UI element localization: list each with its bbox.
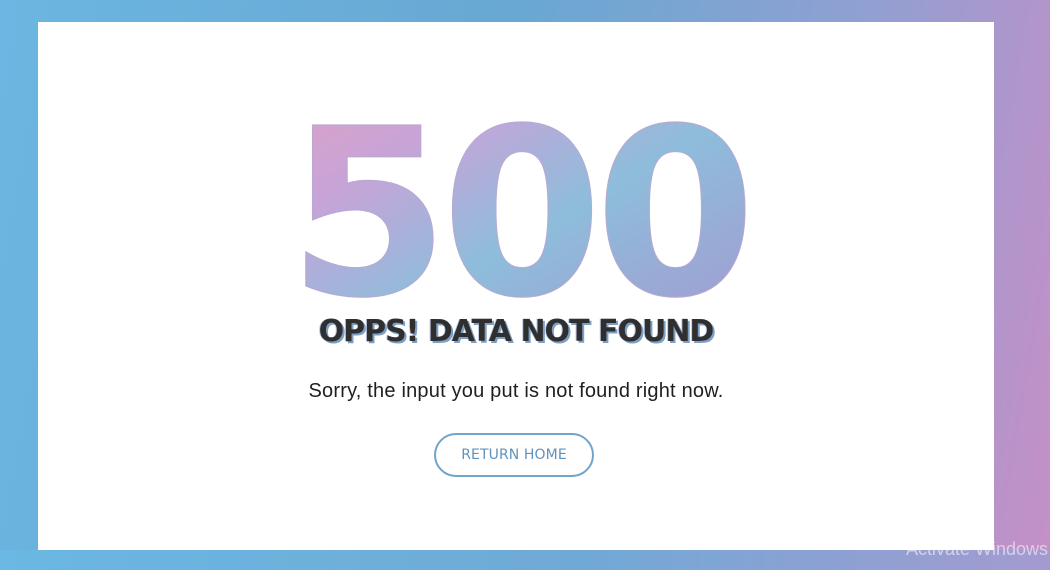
- background-strip: [0, 550, 1050, 570]
- activate-windows-watermark: Activate Windows: [906, 539, 1049, 559]
- error-message: Sorry, the input you put is not found ri…: [308, 380, 724, 402]
- return-home-button[interactable]: RETURN HOME: [434, 433, 594, 477]
- error-code-graphic: 500: [288, 100, 748, 310]
- page-title: OPPS! DATA NOT FOUND: [318, 314, 715, 349]
- error-code: 500: [288, 100, 748, 310]
- error-code-text: 500: [288, 100, 748, 310]
- error-card: 500 OPPS! DATA NOT FOUND Sorry, the inpu…: [38, 22, 994, 550]
